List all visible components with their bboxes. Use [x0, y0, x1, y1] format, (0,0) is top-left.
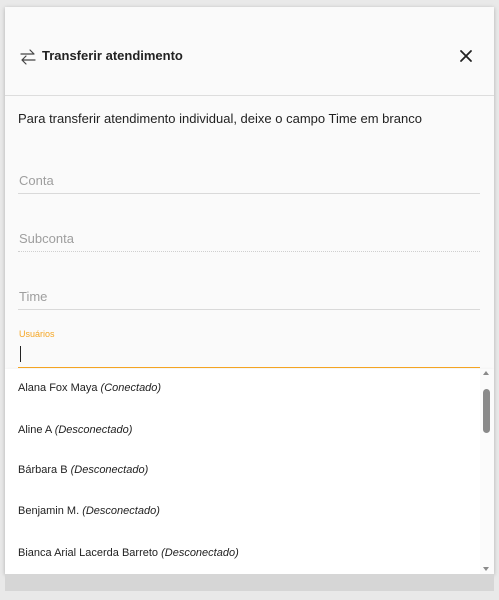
user-option[interactable]: Bianca Arial Lacerda Barreto (Desconecta…	[18, 547, 239, 559]
dropdown-scrollbar[interactable]	[480, 369, 494, 574]
subconta-field[interactable]: Subconta	[18, 223, 480, 252]
user-option[interactable]: Bárbara B (Desconectado)	[18, 464, 148, 476]
conta-field[interactable]: Conta	[18, 165, 480, 194]
user-name: Bianca Arial Lacerda Barreto	[18, 547, 159, 559]
dialog-header: Transferir atendimento	[5, 7, 494, 96]
conta-placeholder: Conta	[19, 173, 54, 188]
usuarios-label: Usuários	[19, 329, 55, 339]
user-option[interactable]: Benjamin M. (Desconectado)	[18, 505, 160, 517]
text-caret	[20, 346, 21, 362]
user-option[interactable]: Aline A (Desconectado)	[18, 424, 132, 436]
subconta-placeholder: Subconta	[19, 231, 74, 246]
user-status: (Desconectado)	[70, 464, 149, 476]
user-name: Bárbara B	[18, 464, 68, 476]
scroll-thumb[interactable]	[483, 389, 490, 433]
scroll-down-arrow-icon[interactable]	[483, 567, 489, 571]
time-placeholder: Time	[19, 289, 48, 304]
transfer-info-text: Para transferir atendimento individual, …	[18, 111, 422, 126]
user-status: (Desconectado)	[82, 505, 160, 517]
transfer-dialog: Transferir atendimento Para transferir a…	[5, 7, 494, 574]
user-option[interactable]: Alana Fox Maya (Conectado)	[18, 382, 161, 394]
user-status: (Desconectado)	[54, 424, 133, 436]
dialog-title: Transferir atendimento	[42, 48, 183, 63]
users-dropdown: Alana Fox Maya (Conectado) Aline A (Desc…	[5, 369, 494, 574]
swap-arrows-icon	[20, 49, 36, 65]
user-status: (Desconectado)	[161, 547, 239, 559]
user-status: (Conectado)	[100, 382, 162, 394]
usuarios-input[interactable]	[18, 343, 480, 368]
close-icon[interactable]	[457, 47, 475, 65]
user-name: Benjamin M.	[18, 505, 80, 517]
time-field[interactable]: Time	[18, 281, 480, 310]
dialog-footer-bar	[5, 574, 494, 591]
user-name: Aline A	[18, 424, 52, 436]
scroll-up-arrow-icon[interactable]	[483, 371, 489, 375]
user-name: Alana Fox Maya	[18, 382, 98, 394]
